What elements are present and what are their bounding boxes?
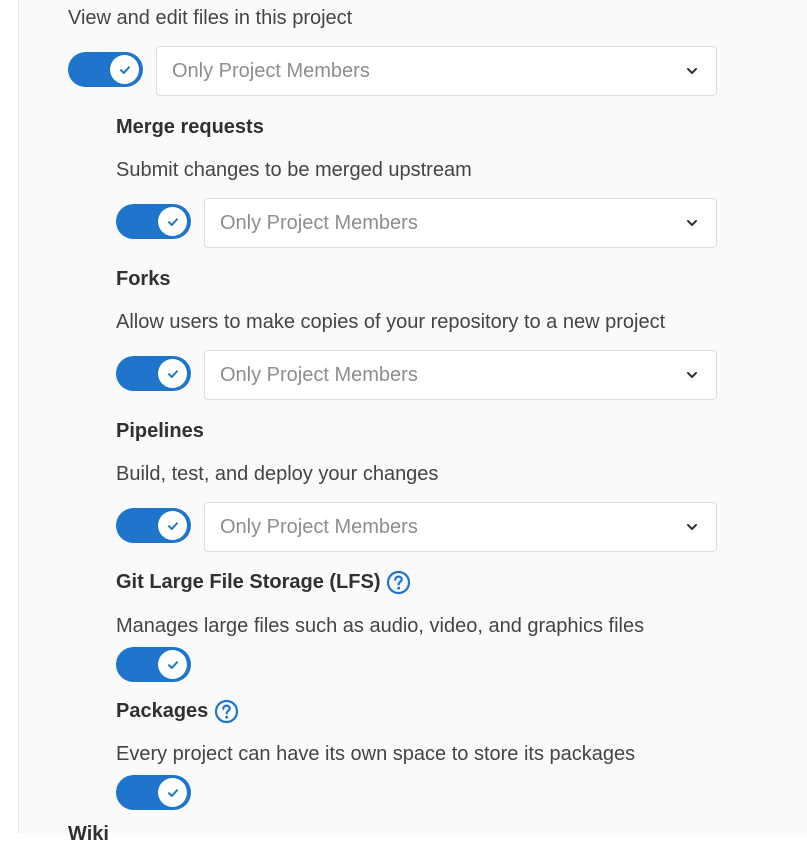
question-circle-icon[interactable] xyxy=(214,699,239,724)
chevron-down-icon xyxy=(684,367,700,383)
lfs-description: Manages large files such as audio, video… xyxy=(116,615,645,637)
packages-toggle[interactable] xyxy=(116,775,191,810)
forks-toggle[interactable] xyxy=(116,356,191,391)
merge-requests-toggle[interactable] xyxy=(116,204,191,239)
chevron-down-icon xyxy=(684,215,700,231)
pipelines-access-select[interactable]: Only Project Members xyxy=(204,502,717,552)
merge-requests-title: Merge requests xyxy=(116,116,264,138)
packages-title: Packages xyxy=(116,700,209,722)
forks-description: Allow users to make copies of your repos… xyxy=(116,311,666,333)
forks-access-value: Only Project Members xyxy=(220,363,418,386)
forks-access-select[interactable]: Only Project Members xyxy=(204,350,717,400)
merge-requests-access-select[interactable]: Only Project Members xyxy=(204,198,717,248)
repository-access-select[interactable]: Only Project Members xyxy=(156,46,717,96)
check-icon xyxy=(158,511,187,540)
merge-requests-access-value: Only Project Members xyxy=(220,211,418,234)
question-circle-icon[interactable] xyxy=(386,570,411,595)
lfs-title-row: Git Large File Storage (LFS) xyxy=(116,570,411,595)
check-icon xyxy=(158,207,187,236)
lfs-title: Git Large File Storage (LFS) xyxy=(116,571,381,593)
lfs-toggle[interactable] xyxy=(116,647,191,682)
pipelines-title: Pipelines xyxy=(116,420,204,442)
packages-description: Every project can have its own space to … xyxy=(116,743,636,765)
check-icon xyxy=(158,359,187,388)
pipelines-toggle[interactable] xyxy=(116,508,191,543)
settings-panel: View and edit files in this project Only… xyxy=(18,0,807,845)
check-icon xyxy=(110,55,139,84)
pipelines-description: Build, test, and deploy your changes xyxy=(116,463,439,485)
chevron-down-icon xyxy=(684,519,700,535)
repository-access-value: Only Project Members xyxy=(172,59,370,82)
chevron-down-icon xyxy=(684,63,700,79)
repository-description: View and edit files in this project xyxy=(68,7,353,29)
check-icon xyxy=(158,650,187,679)
check-icon xyxy=(158,778,187,807)
packages-title-row: Packages xyxy=(116,699,239,724)
wiki-title: Wiki xyxy=(68,823,109,845)
pipelines-access-value: Only Project Members xyxy=(220,515,418,538)
forks-title: Forks xyxy=(116,268,171,290)
repository-toggle[interactable] xyxy=(68,52,143,87)
merge-requests-description: Submit changes to be merged upstream xyxy=(116,159,472,181)
